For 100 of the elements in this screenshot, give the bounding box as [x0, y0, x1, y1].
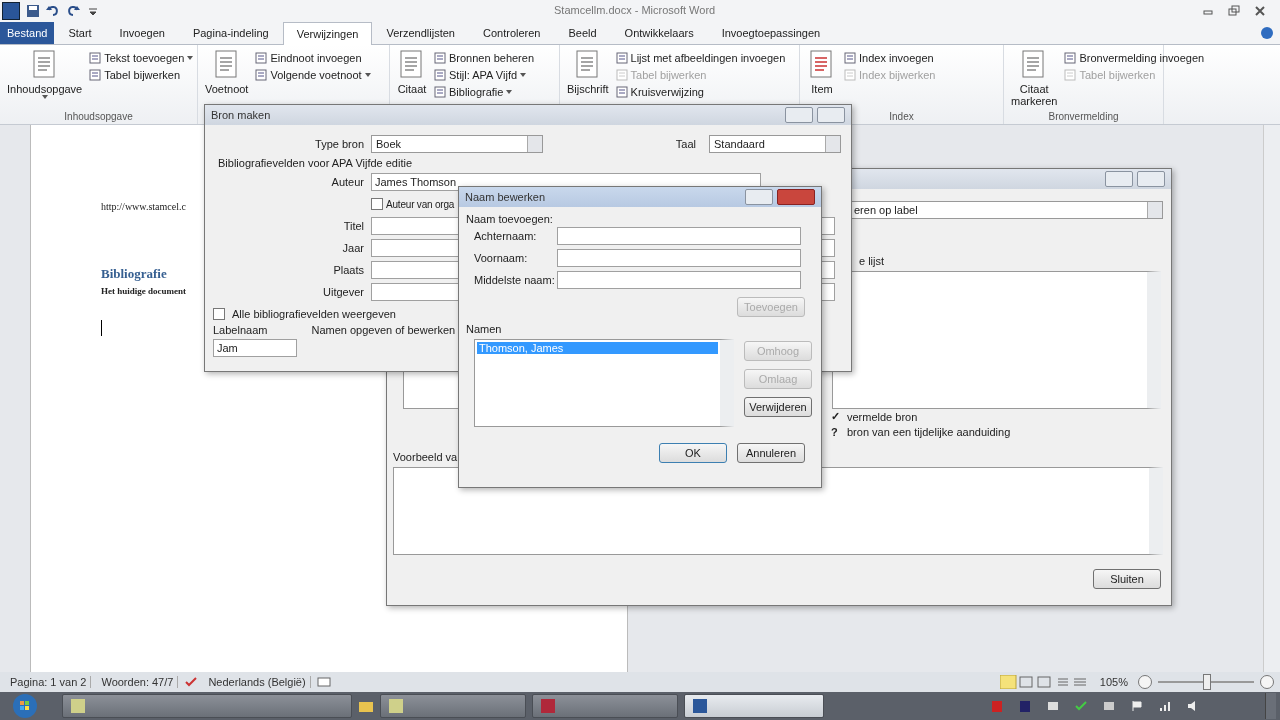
ribbon-button[interactable]: Lijst met afbeeldingen invoegen — [615, 51, 786, 64]
cancel-button[interactable]: Annuleren — [737, 443, 805, 463]
list-icon — [434, 51, 446, 64]
ribbon-button[interactable]: Bibliografie — [434, 85, 534, 98]
help-button[interactable] — [785, 107, 813, 123]
zoom-thumb[interactable] — [1203, 674, 1211, 691]
document-text: Het huidige document — [101, 285, 186, 296]
source-type-dropdown[interactable]: Boek — [371, 135, 543, 153]
checkbox[interactable] — [213, 308, 225, 320]
field-label: Middelste naam: — [474, 274, 556, 286]
flag-icon[interactable] — [1131, 700, 1143, 712]
list-label: Namen — [466, 323, 502, 335]
help-button[interactable] — [745, 189, 773, 205]
taskbar-button[interactable] — [380, 694, 526, 718]
dropdown-caret-icon — [41, 94, 48, 99]
word-count[interactable]: Woorden: 47/7 — [97, 676, 179, 689]
input-field[interactable] — [557, 249, 801, 267]
close-button[interactable] — [817, 107, 845, 123]
ribbon-tab[interactable]: Verzendlijsten — [372, 21, 469, 44]
document-link[interactable]: http://www.stamcel.c — [101, 200, 186, 212]
ribbon-tab[interactable]: Ontwikkelaars — [610, 21, 708, 44]
legend-text: bron van een tijdelijke aanduiding — [847, 425, 1011, 438]
page-count[interactable]: Pagina: 1 van 2 — [6, 676, 92, 689]
ribbon-button[interactable]: Bronnen beheren — [434, 51, 534, 64]
legend-mark: ✓ — [831, 410, 839, 423]
list-icon — [615, 51, 628, 64]
ok-button[interactable]: OK — [659, 443, 727, 463]
list-icon — [255, 68, 268, 81]
list-icon — [255, 51, 268, 64]
zoom-level[interactable]: 105% — [1095, 676, 1132, 689]
taskbar-button[interactable] — [684, 694, 824, 718]
field-label: Jaar — [341, 242, 364, 254]
field-label: Uitgever — [322, 286, 364, 298]
ribbon-button[interactable]: Volgende voetnoot — [255, 68, 371, 81]
ribbon-button[interactable]: Kruisverwijzing — [615, 85, 786, 98]
ribbon-button[interactable]: Citaat — [394, 48, 430, 124]
ribbon-tab[interactable]: Invoegtoepassingen — [707, 21, 835, 44]
list-icon — [89, 51, 102, 64]
save-icon[interactable] — [26, 4, 40, 18]
checkbox[interactable] — [371, 198, 383, 210]
list-icon — [434, 68, 446, 81]
list-icon — [615, 85, 628, 98]
ribbon-button[interactable]: Bronvermelding invoegen — [1064, 51, 1205, 64]
close-icon[interactable] — [1254, 5, 1266, 17]
restore-icon[interactable] — [1228, 5, 1240, 17]
field-label: Achternaam: — [474, 230, 538, 242]
check-icon[interactable] — [1075, 700, 1087, 712]
redo-icon[interactable] — [66, 4, 80, 18]
group-label: Naam toevoegen: — [466, 213, 553, 225]
start-button[interactable] — [12, 693, 38, 719]
ribbon-button[interactable]: Bijschrift — [564, 48, 612, 124]
ribbon-tab[interactable]: Beeld — [554, 21, 611, 44]
zoom-out-button[interactable] — [1138, 675, 1152, 690]
language-indicator[interactable]: Nederlands (België) — [204, 676, 311, 689]
field-label: Type bron — [314, 138, 364, 150]
input-field[interactable] — [557, 271, 801, 289]
ribbon-button[interactable]: Item — [804, 48, 840, 111]
ribbon-button[interactable]: Tekst toevoegen — [89, 51, 194, 64]
taskbar-button[interactable] — [62, 694, 352, 718]
ribbon-tab[interactable]: Controleren — [469, 21, 555, 44]
signal-icon[interactable] — [1159, 700, 1171, 712]
close-dialog-button[interactable]: Sluiten — [1093, 569, 1161, 589]
ribbon-button[interactable]: Tabel bijwerken — [89, 68, 194, 81]
text-cursor — [101, 319, 102, 336]
field-label: Titel — [342, 220, 364, 232]
list-icon — [1064, 68, 1077, 81]
ribbon-tab[interactable]: Verwijzingen — [282, 21, 373, 45]
ribbon-button[interactable]: Stijl: APA Vijfd — [434, 68, 534, 81]
language-dropdown[interactable]: Standaard — [709, 135, 841, 153]
ribbon-button[interactable]: Inhoudsopgave — [4, 48, 86, 111]
undo-icon[interactable] — [46, 4, 60, 18]
list-icon — [844, 68, 856, 81]
dropdown-caret-icon — [520, 72, 527, 77]
group-label: Index — [889, 110, 914, 124]
dropdown-caret-icon — [364, 72, 371, 77]
input-field[interactable] — [557, 227, 801, 245]
preview-label: Voorbeeld va — [393, 451, 458, 463]
group-label: Bronvermelding — [1048, 110, 1119, 124]
zoom-in-button[interactable] — [1260, 675, 1274, 690]
macro-icon[interactable] — [316, 675, 331, 690]
ribbon-tab[interactable]: Pagina-indeling — [178, 21, 283, 44]
ribbon-button[interactable]: Citaat markeren — [1008, 48, 1061, 111]
help-icon[interactable] — [1260, 25, 1274, 40]
close-button[interactable] — [777, 189, 815, 205]
scroll-bar[interactable] — [1263, 124, 1280, 673]
ribbon-tab[interactable]: Start — [54, 21, 106, 44]
checkbox-label: Alle bibliografievelden weergeven — [232, 308, 396, 320]
list-button[interactable]: Verwijderen — [744, 397, 812, 417]
field-label: Taal — [675, 138, 696, 150]
field-label: Voornaam: — [474, 252, 529, 264]
section-heading: Bibliografievelden voor APA Vijfde editie — [218, 157, 413, 169]
dropdown-caret-icon — [187, 55, 194, 60]
ribbon-button[interactable]: Eindnoot invoegen — [255, 51, 371, 64]
help-button[interactable] — [1105, 171, 1133, 187]
ribbon-button[interactable]: Index invoegen — [844, 51, 936, 64]
tag-name-field[interactable]: Jam — [213, 339, 297, 357]
ribbon-tab[interactable]: Bestand — [0, 21, 55, 44]
show-desktop-button[interactable] — [1265, 693, 1276, 719]
ribbon-tab[interactable]: Invoegen — [105, 21, 179, 44]
close-button[interactable] — [1137, 171, 1165, 187]
